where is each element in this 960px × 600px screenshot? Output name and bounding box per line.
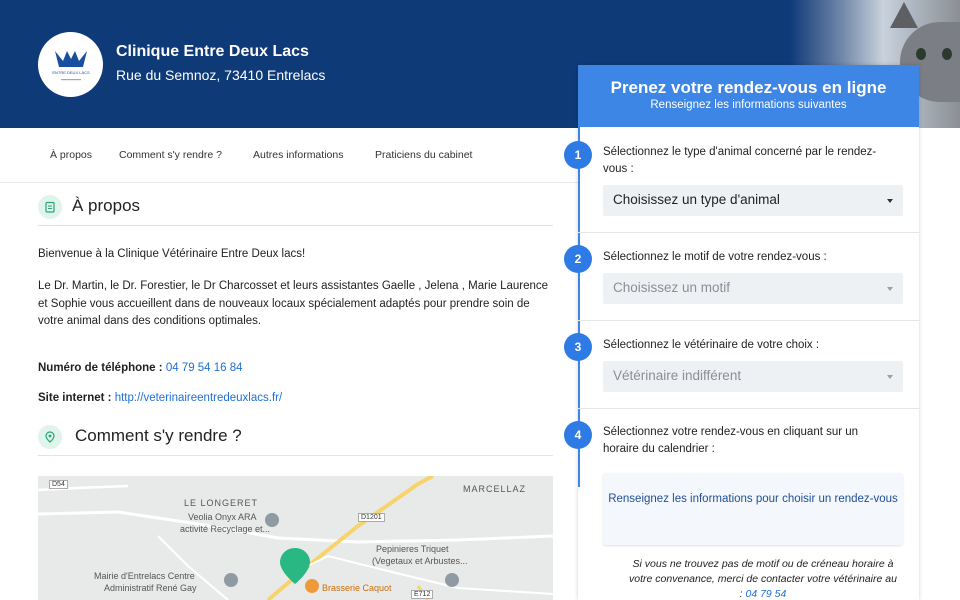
divider [578,232,919,233]
veterinarian-select[interactable]: Vétérinaire indifférent [603,361,903,392]
welcome-text: Bienvenue à la Clinique Vétérinaire Entr… [38,248,306,260]
booking-title: Prenez votre rendez-vous en ligne [610,78,887,97]
step-1-label: Sélectionnez le type d'animal concerné p… [603,146,877,175]
about-title: À propos [72,196,141,215]
nav-item-directions[interactable]: Comment s'y rendre ? [119,149,222,161]
step-3-label: Sélectionnez le vétérinaire de votre cho… [603,339,820,351]
step-4-number: 4 [564,421,592,449]
clinic-logo[interactable]: ENTRE DEUX LACS [38,32,103,97]
map-road-e712: E712 [411,590,434,599]
website-link[interactable]: http://veterinaireentredeuxlacs.fr/ [115,392,282,404]
map-label-pepinieres: Pepinieres Triquet [376,544,449,554]
phone-line: Numéro de téléphone : 04 79 54 16 84 [38,362,243,374]
step-4-label: Sélectionnez votre rendez-vous en cliqua… [603,426,859,455]
calendar-placeholder-text: Renseignez les informations pour choisir… [608,493,898,505]
phone-link[interactable]: 04 79 54 16 84 [166,362,243,374]
animal-type-value: Choisissez un type d'animal [613,192,780,207]
location-pin-icon [38,425,62,449]
step-3-number: 3 [564,333,592,361]
directions-section-header: Comment s'y rendre ? [38,424,553,456]
booking-subtitle: Renseignez les informations suivantes [650,99,847,111]
website-line: Site internet : http://veterinaireentred… [38,392,282,404]
calendar-placeholder: Renseignez les informations pour choisir… [603,473,903,545]
step-2-label: Sélectionnez le motif de votre rendez-vo… [603,251,827,263]
booking-header: Prenez votre rendez-vous en ligne Rensei… [578,65,919,127]
map-label-veolia-2: activité Recyclage et... [180,524,271,534]
map-label-veolia: Veolia Onyx ARA [188,512,257,522]
location-map[interactable]: D54 D1201 E712 LE LONGERET MARCELLAZ Veo… [38,476,553,600]
map-road-d1201: D1201 [358,513,385,522]
motif-value: Choisissez un motif [613,280,731,295]
map-label-brasserie: Brasserie Caquot [322,583,392,593]
contact-note: Si vous ne trouvez pas de motif ou de cr… [628,557,898,600]
contact-phone-link[interactable]: 04 79 54 [745,588,786,600]
map-label-longeret: LE LONGERET [184,498,259,508]
divider [578,408,919,409]
booking-panel: Prenez votre rendez-vous en ligne Rensei… [564,65,919,600]
clinic-address: Rue du Semnoz, 73410 Entrelacs [116,67,326,83]
clinic-name: Clinique Entre Deux Lacs [116,43,309,60]
map-label-marcellaz: MARCELLAZ [463,484,527,494]
about-section-header: À propos [38,194,553,226]
map-label-mairie-2: Administratif René Gay [104,583,197,593]
map-road-d54: D54 [49,480,68,489]
animal-type-select[interactable]: Choisissez un type d'animal [603,185,903,216]
chevron-down-icon [887,287,893,291]
step-2-number: 2 [564,245,592,273]
motif-select[interactable]: Choisissez un motif [603,273,903,304]
directions-title: Comment s'y rendre ? [75,426,242,445]
logo-text: ENTRE DEUX LACS [52,70,90,75]
step-1-number: 1 [564,141,592,169]
veterinarian-value: Vétérinaire indifférent [613,368,742,383]
nav-item-apropos[interactable]: À propos [50,149,92,161]
clipboard-icon [38,195,62,219]
map-label-mairie: Mairie d'Entrelacs Centre [94,571,195,581]
nav-item-practitioners[interactable]: Praticiens du cabinet [375,149,472,161]
map-label-pepinieres-2: (Vegetaux et Arbustes... [372,556,468,566]
section-nav: À propos Comment s'y rendre ? Autres inf… [0,128,578,183]
about-description: Le Dr. Martin, le Dr. Forestier, le Dr C… [38,280,549,327]
phone-label: Numéro de téléphone : [38,362,163,374]
nav-item-other-info[interactable]: Autres informations [253,149,343,161]
divider [578,320,919,321]
chevron-down-icon [887,375,893,379]
chevron-down-icon [887,199,893,203]
website-label: Site internet : [38,392,112,404]
